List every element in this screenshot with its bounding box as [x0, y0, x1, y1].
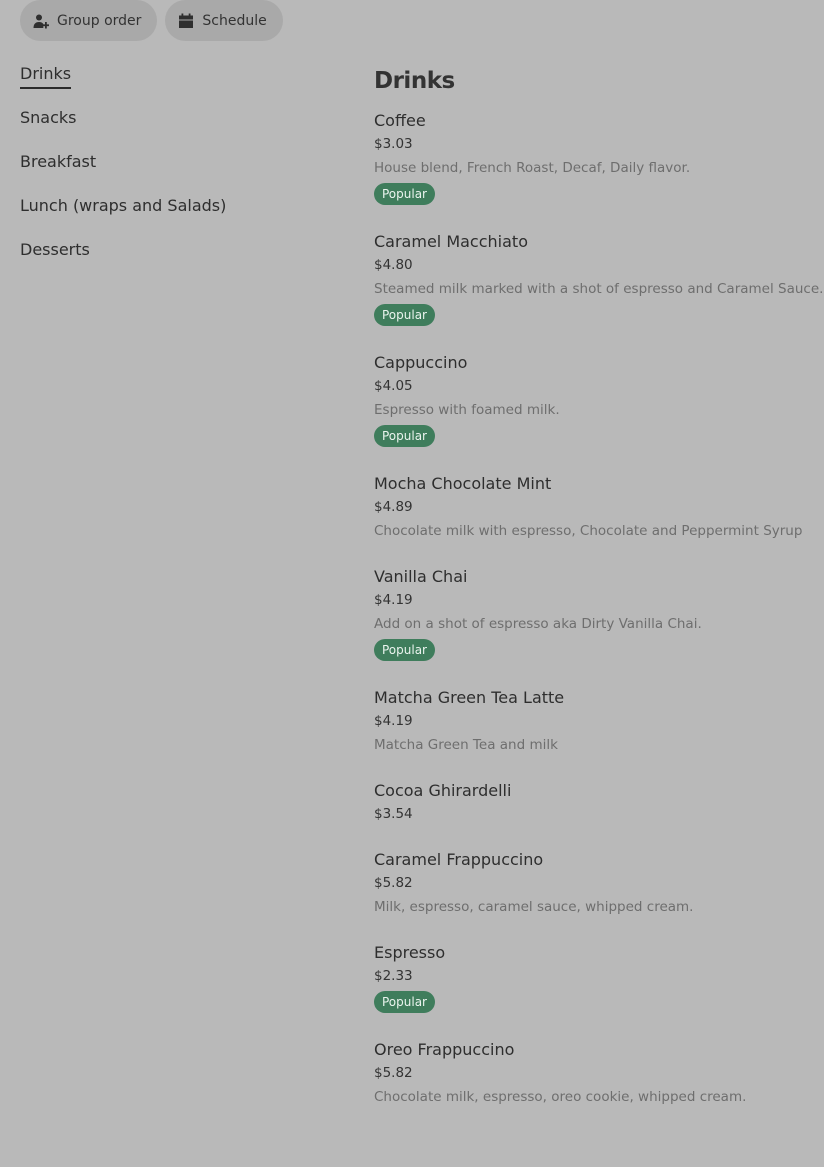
menu-item[interactable]: Cocoa Ghirardelli $3.54	[374, 780, 814, 849]
schedule-label: Schedule	[202, 12, 267, 29]
item-description: Matcha Green Tea and milk	[374, 737, 558, 753]
sidebar-item-desserts[interactable]: Desserts	[20, 238, 320, 282]
menu-item[interactable]: Cappuccino $4.05 Espresso with foamed milk…	[374, 352, 814, 473]
item-name: Caramel Macchiato	[374, 232, 528, 251]
item-description: House blend, French Roast, Decaf, Daily …	[374, 160, 691, 176]
section-title: Drinks	[374, 68, 455, 94]
item-name: Cocoa Ghirardelli	[374, 781, 512, 800]
item-description: Chocolate milk with espresso, Chocolate …	[374, 523, 803, 539]
group-order-button[interactable]: Group order	[20, 0, 158, 41]
item-description: Milk, espresso, caramel sauce, whipped c…	[374, 899, 694, 915]
sidebar-item-label: Lunch (wraps and Salads)	[20, 196, 227, 215]
top-actions: Group order Schedule	[20, 0, 283, 41]
sidebar-item-snacks[interactable]: Snacks	[20, 106, 320, 150]
item-price: $5.82	[374, 875, 413, 891]
sidebar-item-label: Drinks	[20, 62, 72, 89]
item-description: Espresso with foamed milk.	[374, 402, 560, 418]
sidebar-item-label: Desserts	[20, 240, 90, 259]
category-sidebar: Drinks Snacks Breakfast Lunch (wraps and Sa…	[20, 62, 320, 282]
sidebar-item-breakfast[interactable]: Breakfast	[20, 150, 320, 194]
item-price: $4.05	[374, 378, 413, 394]
menu-item[interactable]: Caramel Macchiato $4.80 Steamed milk marke…	[374, 231, 824, 352]
menu-main: Drinks Coffee $3.03 House blend, French Ro…	[374, 64, 824, 1132]
item-price: $4.80	[374, 257, 413, 273]
sidebar-item-lunch-wraps-and-salads[interactable]: Lunch (wraps and Salads)	[20, 194, 320, 238]
sidebar-item-label: Breakfast	[20, 152, 97, 171]
item-price: $2.33	[374, 968, 413, 984]
popular-badge: Popular	[374, 425, 435, 447]
item-description: Chocolate milk, espresso, oreo cookie, w…	[374, 1089, 747, 1105]
item-price: $3.54	[374, 806, 413, 822]
item-name: Oreo Frappuccino	[374, 1040, 515, 1059]
item-price: $4.19	[374, 592, 413, 608]
popular-badge: Popular	[374, 991, 435, 1013]
calendar-icon	[178, 13, 194, 29]
item-name: Matcha Green Tea Latte	[374, 688, 565, 707]
item-price: $4.89	[374, 499, 413, 515]
sidebar-item-drinks[interactable]: Drinks	[20, 62, 320, 106]
menu-item[interactable]: Caramel Frappuccino $5.82 Milk, espresso, …	[374, 849, 814, 942]
sidebar-item-label: Snacks	[20, 108, 77, 127]
item-name: Caramel Frappuccino	[374, 850, 544, 869]
item-name: Coffee	[374, 111, 426, 130]
item-description: Steamed milk marked with a shot of espre…	[374, 281, 824, 297]
item-description: Add on a shot of espresso aka Dirty Vani…	[374, 616, 702, 632]
menu-item[interactable]: Vanilla Chai $4.19 Add on a shot of espres…	[374, 566, 814, 687]
item-price: $4.19	[374, 713, 413, 729]
group-order-label: Group order	[57, 12, 142, 29]
item-price: $5.82	[374, 1065, 413, 1081]
menu-item[interactable]: Mocha Chocolate Mint $4.89 Chocolate milk …	[374, 473, 814, 566]
schedule-button[interactable]: Schedule	[165, 0, 283, 41]
item-name: Mocha Chocolate Mint	[374, 474, 552, 493]
item-name: Cappuccino	[374, 353, 468, 372]
item-name: Espresso	[374, 943, 446, 962]
menu-item[interactable]: Espresso $2.33 Popular	[374, 942, 814, 1039]
person-add-icon	[33, 13, 49, 29]
menu-item-list: Coffee $3.03 House blend, French Roast, De…	[374, 110, 824, 1132]
item-name: Vanilla Chai	[374, 567, 468, 586]
menu-item[interactable]: Matcha Green Tea Latte $4.19 Matcha Green …	[374, 687, 814, 780]
popular-badge: Popular	[374, 304, 435, 326]
menu-item[interactable]: Coffee $3.03 House blend, French Roast, De…	[374, 110, 814, 231]
menu-item[interactable]: Oreo Frappuccino $5.82 Chocolate milk, esp…	[374, 1039, 814, 1132]
popular-badge: Popular	[374, 183, 435, 205]
item-price: $3.03	[374, 136, 413, 152]
popular-badge: Popular	[374, 639, 435, 661]
